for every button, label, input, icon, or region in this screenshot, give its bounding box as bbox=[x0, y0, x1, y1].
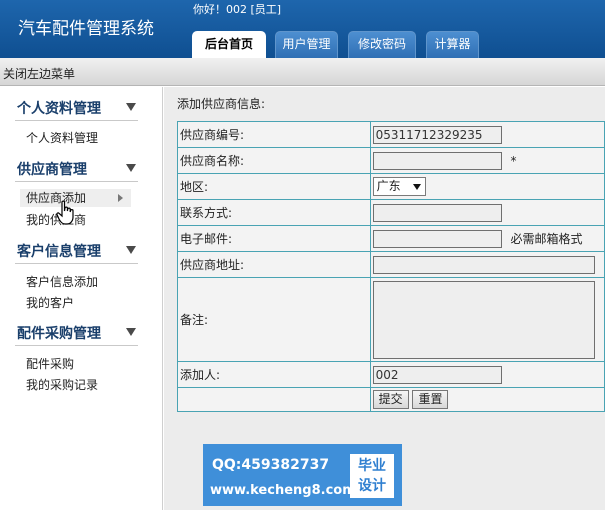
user-greeting: 你好！002 [员工] bbox=[193, 3, 282, 16]
tab-user-management[interactable]: 用户管理 bbox=[275, 31, 338, 58]
added-by-cell: 002 bbox=[369, 361, 605, 388]
watermark-banner: QQ:459382737 www.kecheng8.com 毕业 设计 bbox=[203, 444, 402, 506]
actions-cell: 提交 重置 bbox=[369, 387, 605, 412]
region-select[interactable]: 广东 bbox=[372, 177, 426, 196]
remark-textarea[interactable] bbox=[372, 280, 595, 359]
email-format-hint: 必需邮箱格式 bbox=[510, 232, 583, 246]
table-row: 提交 重置 bbox=[177, 387, 605, 412]
sidebar-group-header[interactable]: 配件采购管理 bbox=[15, 320, 138, 346]
sidebar-group-header[interactable]: 供应商管理 bbox=[15, 156, 138, 182]
region-cell: 广东 bbox=[369, 173, 605, 200]
contact-label: 联系方式: bbox=[177, 199, 371, 226]
table-row: 添加人: 002 bbox=[177, 361, 605, 388]
region-select-value: 广东 bbox=[376, 179, 401, 193]
sidebar-item-purchase-records[interactable]: 我的采购记录 bbox=[26, 376, 98, 393]
hand-cursor-icon bbox=[56, 200, 74, 225]
app-title: 汽车配件管理系统 bbox=[18, 19, 154, 39]
table-row: 供应商编号: 05311712329235 bbox=[177, 121, 605, 148]
tab-change-password[interactable]: 修改密码 bbox=[348, 31, 416, 58]
sidebar-item-my-customers[interactable]: 我的客户 bbox=[26, 294, 74, 311]
sidebar-item-parts-purchase[interactable]: 配件采购 bbox=[26, 355, 74, 372]
table-row: 供应商名称: * bbox=[177, 147, 605, 174]
sub-toolbar: 关闭左边菜单 bbox=[0, 58, 605, 86]
region-label: 地区: bbox=[177, 173, 371, 200]
tab-calculator[interactable]: 计算器 bbox=[426, 31, 479, 58]
top-header: 汽车配件管理系统 你好！002 [员工] 后台首页 用户管理 修改密码 计算器 bbox=[0, 0, 605, 58]
supplier-name-cell: * bbox=[369, 147, 605, 174]
table-row: 备注: bbox=[177, 277, 605, 362]
table-row: 联系方式: bbox=[177, 199, 605, 226]
sidebar-group-title: 客户信息管理 bbox=[17, 244, 101, 260]
tab-calculator-label: 计算器 bbox=[434, 37, 471, 51]
watermark-site: www.kecheng8.com bbox=[210, 483, 356, 498]
remark-cell bbox=[369, 277, 605, 362]
supplier-name-input[interactable] bbox=[372, 151, 502, 170]
supplier-id-cell: 05311712329235 bbox=[369, 121, 605, 148]
address-label: 供应商地址: bbox=[177, 251, 371, 278]
chevron-right-icon bbox=[118, 194, 123, 202]
sidebar-group-header[interactable]: 个人资料管理 bbox=[15, 95, 138, 121]
left-sidebar: 个人资料管理 个人资料管理 供应商管理 供应商添加 我的供应商 客户信息管理 客… bbox=[0, 87, 163, 510]
watermark-badge-line1: 毕业 bbox=[358, 458, 386, 474]
tab-home[interactable]: 后台首页 bbox=[192, 31, 266, 58]
table-row: 地区: 广东 bbox=[177, 173, 605, 200]
contact-cell bbox=[369, 199, 605, 226]
watermark-badge-line2: 设计 bbox=[358, 478, 386, 494]
dropdown-caret-icon bbox=[412, 184, 421, 190]
form-heading: 添加供应商信息: bbox=[177, 97, 266, 111]
chevron-down-icon bbox=[126, 328, 136, 336]
required-mark: * bbox=[510, 153, 517, 168]
chevron-down-icon bbox=[126, 103, 136, 111]
toggle-left-menu-link[interactable]: 关闭左边菜单 bbox=[3, 65, 75, 82]
watermark-qq: QQ:459382737 bbox=[212, 457, 330, 473]
tab-change-password-label: 修改密码 bbox=[357, 37, 406, 51]
sidebar-group-title: 供应商管理 bbox=[17, 162, 87, 178]
reset-button[interactable]: 重置 bbox=[412, 390, 449, 409]
submit-button[interactable]: 提交 bbox=[372, 390, 409, 409]
email-label: 电子邮件: bbox=[177, 225, 371, 252]
supplier-id-input[interactable]: 05311712329235 bbox=[372, 125, 502, 144]
watermark-badge: 毕业 设计 bbox=[350, 454, 394, 498]
sidebar-group-title: 个人资料管理 bbox=[17, 101, 101, 117]
address-cell bbox=[369, 251, 605, 278]
email-cell: 必需邮箱格式 bbox=[369, 225, 605, 252]
added-by-input[interactable]: 002 bbox=[372, 365, 502, 384]
tab-user-management-label: 用户管理 bbox=[282, 37, 331, 51]
email-input[interactable] bbox=[372, 229, 502, 248]
supplier-name-label: 供应商名称: bbox=[177, 147, 371, 174]
table-row: 电子邮件: 必需邮箱格式 bbox=[177, 225, 605, 252]
sidebar-group-header[interactable]: 客户信息管理 bbox=[15, 238, 138, 264]
contact-input[interactable] bbox=[372, 203, 502, 222]
supplier-form-table: 供应商编号: 05311712329235 供应商名称: * 地区: 广东 联系… bbox=[177, 121, 605, 412]
chevron-down-icon bbox=[126, 246, 136, 254]
added-by-label: 添加人: bbox=[177, 361, 371, 388]
sidebar-item-customer-add[interactable]: 客户信息添加 bbox=[26, 273, 98, 290]
tab-home-label: 后台首页 bbox=[204, 37, 253, 51]
app-window: 汽车配件管理系统 你好！002 [员工] 后台首页 用户管理 修改密码 计算器 … bbox=[0, 0, 605, 510]
remark-label: 备注: bbox=[177, 277, 371, 362]
actions-label-cell bbox=[177, 387, 371, 412]
address-input[interactable] bbox=[372, 255, 595, 274]
supplier-id-label: 供应商编号: bbox=[177, 121, 371, 148]
table-row: 供应商地址: bbox=[177, 251, 605, 278]
chevron-down-icon bbox=[126, 164, 136, 172]
sidebar-item-profile-management[interactable]: 个人资料管理 bbox=[26, 129, 98, 146]
sidebar-group-title: 配件采购管理 bbox=[17, 326, 101, 342]
